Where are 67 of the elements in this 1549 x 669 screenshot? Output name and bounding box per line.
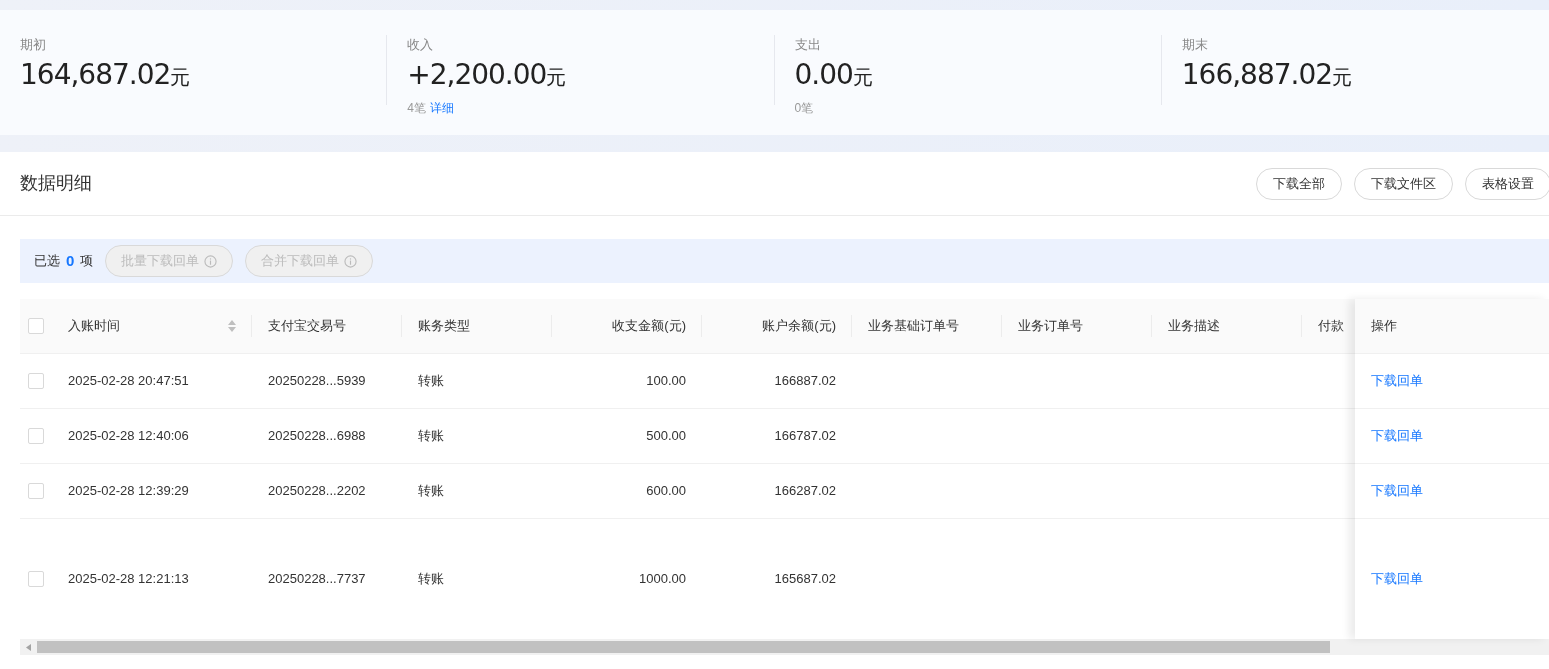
toolbar-button[interactable]: 下载全部 <box>1256 167 1342 200</box>
currency-unit: 元 <box>1332 65 1353 90</box>
sort-icon[interactable] <box>228 320 236 332</box>
table-cell-text: 165687.02 <box>774 570 836 589</box>
download-receipt-link[interactable]: 下载回单 <box>1371 371 1423 391</box>
table-cell-text: 20250228...2202 <box>268 482 366 501</box>
stat-label: 期末 <box>1181 36 1209 54</box>
table-cell-text: 转账 <box>418 570 444 589</box>
table-cell-text: 166287.02 <box>774 482 836 501</box>
scroll-left-icon[interactable] <box>26 643 31 651</box>
column-header[interactable]: 收支金额(元) <box>612 316 686 336</box>
table-cell-text: 20250228...7737 <box>268 570 366 589</box>
checkbox[interactable] <box>28 428 44 444</box>
column-header[interactable]: 支付宝交易号 <box>268 316 346 336</box>
info-icon <box>204 254 218 268</box>
selection-label: 已选 <box>34 252 60 271</box>
table-cell-text: 1000.00 <box>639 570 686 589</box>
column-header[interactable]: 操作 <box>1371 316 1397 336</box>
stat-label: 期初 <box>20 36 47 54</box>
currency-unit: 元 <box>546 66 567 90</box>
checkbox[interactable] <box>28 373 44 389</box>
table-cell-text: 20250228...5939 <box>268 372 366 391</box>
toolbar-button[interactable]: 表格设置 <box>1465 167 1549 200</box>
stat-label: 支出 <box>794 36 822 54</box>
detail-link[interactable]: 详细 <box>429 99 454 117</box>
stat-amount: 0.00 <box>794 59 853 91</box>
table-cell-text: 166787.02 <box>774 427 836 446</box>
selection-label: 项 <box>80 252 94 271</box>
column-header[interactable]: 业务描述 <box>1168 316 1220 336</box>
scrollbar[interactable] <box>20 639 1549 655</box>
table-cell-text: 100.00 <box>646 372 686 391</box>
column-header[interactable]: 业务订单号 <box>1018 316 1083 336</box>
currency-unit: 元 <box>852 65 873 90</box>
column-header[interactable]: 入账时间 <box>68 316 120 336</box>
table-cell-text: 转账 <box>418 372 444 391</box>
checkbox[interactable] <box>28 318 44 334</box>
table-cell-text: 600.00 <box>646 482 686 501</box>
stat-amount: +2,200.00 <box>407 59 547 91</box>
currency-unit: 元 <box>170 65 191 90</box>
stat-label: 收入 <box>407 36 435 54</box>
column-header[interactable]: 账务类型 <box>418 316 470 336</box>
section-title: 数据明细 <box>20 172 92 195</box>
table-cell-text: 500.00 <box>646 427 686 446</box>
table-cell-text: 2025-02-28 12:40:06 <box>68 427 189 446</box>
column-header[interactable]: 业务基础订单号 <box>868 316 959 336</box>
toolbar-button[interactable]: 下载文件区 <box>1354 167 1453 200</box>
transaction-count: 0笔 <box>794 100 814 117</box>
stat-amount: 166,887.02 <box>1181 59 1333 91</box>
table-cell-text: 166887.02 <box>774 372 836 391</box>
info-icon <box>344 254 358 268</box>
table-cell-text: 2025-02-28 12:21:13 <box>68 570 189 589</box>
table-cell-text: 转账 <box>418 427 444 446</box>
download-receipt-link[interactable]: 下载回单 <box>1371 426 1423 446</box>
table-cell-text: 20250228...6988 <box>268 427 366 446</box>
stat-amount: 164,687.02 <box>20 59 171 91</box>
table-cell-text: 转账 <box>418 482 444 501</box>
transaction-count: 4笔 <box>407 100 426 117</box>
column-header[interactable]: 付款 <box>1318 316 1344 336</box>
checkbox[interactable] <box>28 571 44 587</box>
download-receipt-link[interactable]: 下载回单 <box>1371 569 1423 589</box>
column-header[interactable]: 账户余额(元) <box>762 316 836 336</box>
checkbox[interactable] <box>28 483 44 499</box>
download-receipt-link[interactable]: 下载回单 <box>1371 481 1423 501</box>
selected-count: 0 <box>65 250 76 271</box>
table-cell-text: 2025-02-28 12:39:29 <box>68 482 189 501</box>
table-cell-text: 2025-02-28 20:47:51 <box>68 372 189 391</box>
scrollbar-thumb[interactable] <box>37 641 1330 653</box>
